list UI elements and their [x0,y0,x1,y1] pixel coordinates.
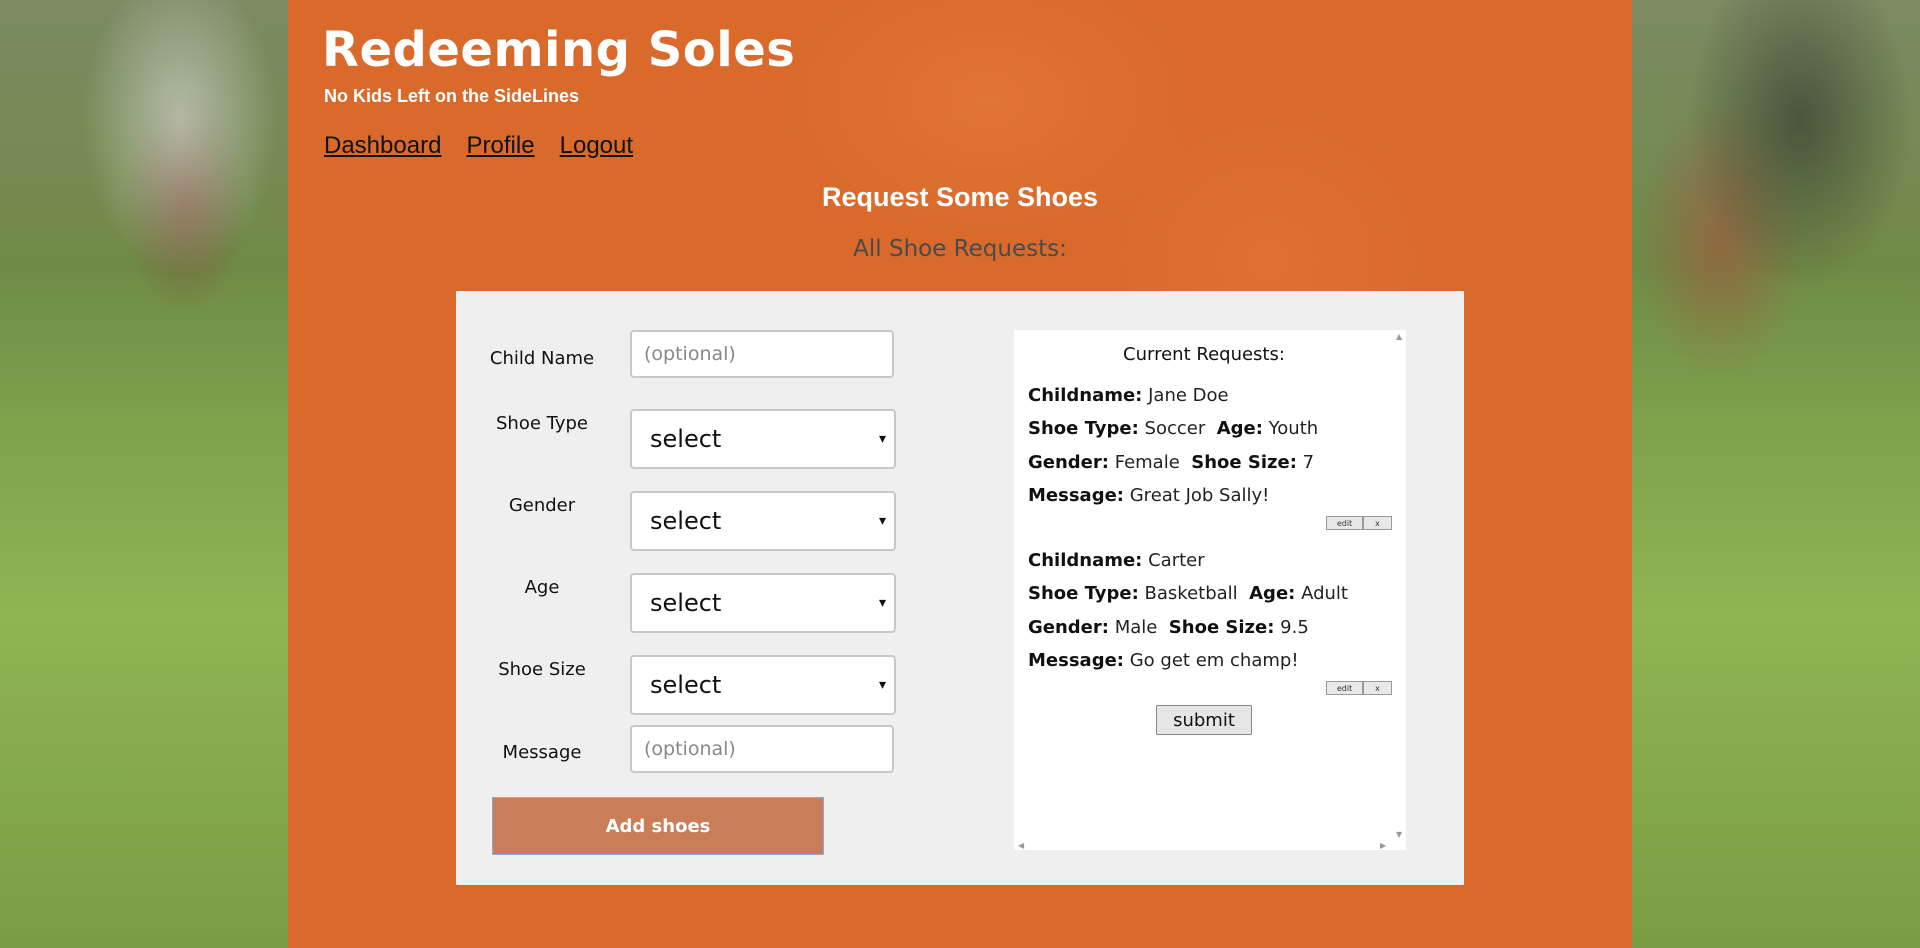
current-requests-title: Current Requests: [1123,344,1285,365]
age-row: Age select ▾ [456,573,916,633]
brand-subtitle: No Kids Left on the SideLines [324,86,580,106]
edit-request-button[interactable]: edit [1326,516,1363,530]
request-message: Message: Go get em champ! [1028,650,1299,671]
all-requests-heading: All Shoe Requests: [853,236,1067,262]
child-name-label: Child Name [489,348,595,369]
shoe-size-selected: select [650,671,722,699]
nav-profile-link[interactable]: Profile [467,132,535,159]
chevron-down-icon: ▾ [878,677,886,693]
gender-selected: select [650,507,722,535]
requests-scroll-area: Current Requests: Childname: Jane Doe Sh… [1014,330,1394,842]
request-type-age: Shoe Type: Basketball Age: Adult [1028,583,1348,604]
gender-label: Gender [508,495,576,516]
scroll-down-icon[interactable]: ▼ [1396,830,1402,839]
nav-dashboard-link[interactable]: Dashboard [324,132,441,159]
page-title: Request Some Shoes [821,182,1099,212]
chevron-down-icon: ▾ [878,595,886,611]
request-message: Message: Great Job Sally! [1028,485,1270,506]
scroll-up-icon[interactable]: ▲ [1396,332,1402,341]
add-shoes-button[interactable]: Add shoes [492,797,824,855]
request-type-age: Shoe Type: Soccer Age: Youth [1028,418,1319,439]
child-name-input[interactable] [630,330,894,378]
request-childname: Childname: Carter [1028,550,1205,571]
request-actions: edit x [1326,516,1392,530]
child-name-row: Child Name [456,330,916,380]
shoe-size-label: Shoe Size [498,659,586,680]
age-select[interactable]: select ▾ [630,573,896,633]
scroll-right-icon[interactable]: ▶ [1380,841,1386,850]
scroll-left-icon[interactable]: ◀ [1018,841,1024,850]
message-row: Message [456,725,916,775]
shoe-type-label: Shoe Type [496,413,588,434]
request-childname: Childname: Jane Doe [1028,385,1229,406]
scrollbar-corner [1394,842,1406,850]
current-requests-panel[interactable]: Current Requests: Childname: Jane Doe Sh… [1014,330,1406,850]
age-label: Age [524,577,560,598]
chevron-down-icon: ▾ [878,513,886,529]
request-gender-size: Gender: Female Shoe Size: 7 [1028,452,1315,473]
gender-row: Gender select ▾ [456,491,916,551]
edit-request-button[interactable]: edit [1326,681,1363,695]
shoe-type-select[interactable]: select ▾ [630,409,896,469]
request-actions: edit x [1326,681,1392,695]
vertical-scrollbar[interactable]: ▲ ▼ [1394,330,1406,842]
delete-request-button[interactable]: x [1363,681,1392,695]
shoe-type-selected: select [650,425,722,453]
shoe-type-row: Shoe Type select ▾ [456,409,916,469]
shoe-size-select[interactable]: select ▾ [630,655,896,715]
gender-select[interactable]: select ▾ [630,491,896,551]
shoe-size-row: Shoe Size select ▾ [456,655,916,715]
brand-title: Redeeming Soles [322,22,796,78]
horizontal-scrollbar[interactable]: ◀ ▶ [1014,841,1394,850]
message-label: Message [502,742,582,763]
delete-request-button[interactable]: x [1363,516,1392,530]
request-gender-size: Gender: Male Shoe Size: 9.5 [1028,617,1309,638]
submit-button[interactable]: submit [1156,705,1252,735]
main-nav: Dashboard Profile Logout [324,132,653,160]
request-card: Child Name Shoe Type select ▾ Gender sel… [456,291,1464,885]
chevron-down-icon: ▾ [878,431,886,447]
message-input[interactable] [630,725,894,773]
nav-logout-link[interactable]: Logout [560,132,633,159]
age-selected: select [650,589,722,617]
